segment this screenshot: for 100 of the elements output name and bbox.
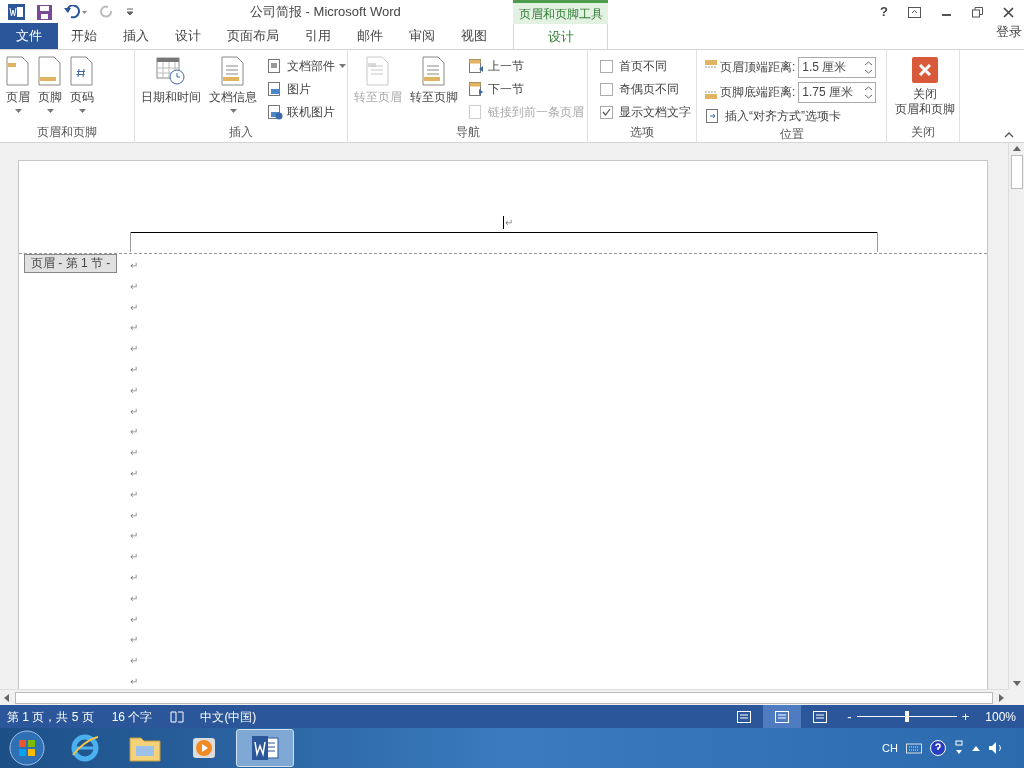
view-button[interactable] <box>763 705 802 728</box>
checkbox[interactable] <box>600 82 613 96</box>
ribbon-small-button[interactable]: 下一节 <box>468 79 584 99</box>
ribbon-tab[interactable]: 插入 <box>110 23 162 49</box>
input-language-indicator[interactable]: CH <box>882 739 898 757</box>
scroll-thumb[interactable] <box>1010 155 1023 189</box>
insert-button[interactable]: 文档信息 <box>207 54 259 124</box>
help-button[interactable]: ? <box>880 2 888 22</box>
word-logo-icon[interactable] <box>8 4 25 20</box>
paragraph-mark: ↵ <box>130 404 139 419</box>
header-footer-button[interactable]: 页脚 <box>36 54 64 124</box>
ribbon-small-button[interactable]: 图片 <box>267 79 346 99</box>
ribbon-tab[interactable]: 引用 <box>292 23 344 49</box>
paragraph-mark: ↵ <box>503 216 513 229</box>
sign-in-link[interactable]: 登录 <box>996 21 1022 41</box>
restore-icon[interactable] <box>972 6 983 18</box>
checkbox[interactable] <box>600 59 613 73</box>
document-icon <box>70 56 94 86</box>
language-status[interactable]: 中文(中国) <box>200 707 257 726</box>
picture-icon <box>267 81 283 97</box>
word-app-icon <box>250 734 280 762</box>
browser-icon <box>70 733 100 763</box>
zoom-in-button[interactable]: + <box>961 706 970 727</box>
zoom-thumb[interactable] <box>904 711 909 722</box>
paragraph-mark: ↵ <box>130 342 139 357</box>
zoom-percent[interactable]: 100% <box>985 707 1016 726</box>
document-icon <box>6 56 30 86</box>
ribbon-tab[interactable]: 审阅 <box>396 23 448 49</box>
spinner-field[interactable]: 1.75 厘米 <box>798 81 877 103</box>
read-mode-icon <box>737 710 752 723</box>
proofing-icon[interactable] <box>170 710 185 723</box>
group-label: 位置 <box>778 126 805 142</box>
checkbox-label: 奇偶页不同 <box>619 81 679 98</box>
ribbon-tab[interactable]: 页面布局 <box>214 23 292 49</box>
next-section-icon <box>468 81 484 97</box>
group-label: 导航 <box>454 124 481 141</box>
tab-insert-icon <box>705 108 721 124</box>
calendar-clock-icon <box>156 56 186 86</box>
zoom-out-button[interactable]: - <box>847 706 852 727</box>
collapse-ribbon-icon[interactable] <box>1004 132 1014 138</box>
insert-button[interactable]: 日期和时间 <box>139 54 203 124</box>
ribbon-tab[interactable]: 开始 <box>58 23 110 49</box>
caret-icon <box>14 109 22 113</box>
close-icon[interactable] <box>1003 6 1014 18</box>
paragraph-mark: ↵ <box>130 279 139 294</box>
header-footer-button[interactable]: 页眉 <box>4 54 32 124</box>
web-layout-icon <box>813 710 828 723</box>
show-hidden-icons-icon[interactable] <box>972 745 980 751</box>
folder-icon <box>129 734 161 762</box>
spinner-label: 页脚底端距离: <box>720 84 796 101</box>
ribbon-tab[interactable]: 邮件 <box>344 23 396 49</box>
document-icon <box>38 56 62 86</box>
header-footer-button[interactable]: 页码 <box>68 54 96 124</box>
print-layout-icon <box>775 710 790 723</box>
scroll-down-icon <box>1012 681 1021 686</box>
paragraph-mark: ↵ <box>130 591 139 606</box>
horizontal-scrollbar[interactable] <box>0 689 1008 705</box>
save-icon[interactable] <box>37 4 52 20</box>
paragraph-mark: ↵ <box>130 466 139 481</box>
paragraph-mark: ↵ <box>130 363 139 377</box>
document-icon <box>422 56 446 86</box>
ribbon-small-button[interactable]: 文档部件 <box>267 56 346 76</box>
spinner-field[interactable]: 1.5 厘米 <box>798 56 877 78</box>
zoom-slider[interactable] <box>856 710 957 723</box>
ribbon-tab[interactable]: 设计 <box>513 23 608 49</box>
paragraph-mark: ↵ <box>130 570 139 585</box>
scroll-thumb[interactable] <box>15 691 993 704</box>
word-count[interactable]: 16 个字 <box>111 707 153 726</box>
close-icon <box>912 57 938 83</box>
keyboard-icon[interactable] <box>906 742 922 754</box>
navigate-button[interactable]: 转至页脚 <box>408 54 460 124</box>
checkbox[interactable] <box>600 105 613 119</box>
previous-section-icon <box>468 58 484 74</box>
document-icon <box>221 56 245 86</box>
paragraph-mark: ↵ <box>130 383 139 398</box>
ribbon-tab[interactable]: 设计 <box>162 23 214 49</box>
ribbon-small-button[interactable]: 上一节 <box>468 56 584 76</box>
options-icon[interactable] <box>954 740 964 756</box>
parts-icon <box>267 58 283 74</box>
ribbon-tab[interactable]: 文件 <box>0 23 58 49</box>
ribbon-tab[interactable]: 视图 <box>448 23 500 49</box>
ribbon-display-icon[interactable] <box>908 6 921 18</box>
scroll-left-icon <box>4 693 9 702</box>
undo-icon[interactable] <box>64 5 88 19</box>
paragraph-mark: ↵ <box>130 425 139 440</box>
ribbon-small-button[interactable]: 联机图片 <box>267 102 346 122</box>
ribbon-small-button[interactable]: 插入“对齐方式”选项卡 <box>705 106 877 126</box>
document-icon <box>366 56 390 86</box>
header-section-tag[interactable]: 页眉 - 第 1 节 - <box>24 254 118 273</box>
help-icon[interactable] <box>930 740 946 756</box>
paragraph-mark: ↵ <box>130 300 139 315</box>
customize-icon[interactable] <box>126 8 134 16</box>
group-label: 关闭 <box>910 124 936 141</box>
speaker-icon[interactable] <box>988 741 1004 755</box>
taskbar-app[interactable] <box>236 729 294 767</box>
start-button-icon[interactable] <box>8 729 46 767</box>
close-header-footer-button[interactable]: 关闭 页眉和页脚 <box>891 54 959 124</box>
vertical-scrollbar[interactable] <box>1008 143 1024 689</box>
checkbox-label: 首页不同 <box>619 58 667 75</box>
page-count[interactable]: 第 1 页，共 5 页 <box>7 707 94 726</box>
